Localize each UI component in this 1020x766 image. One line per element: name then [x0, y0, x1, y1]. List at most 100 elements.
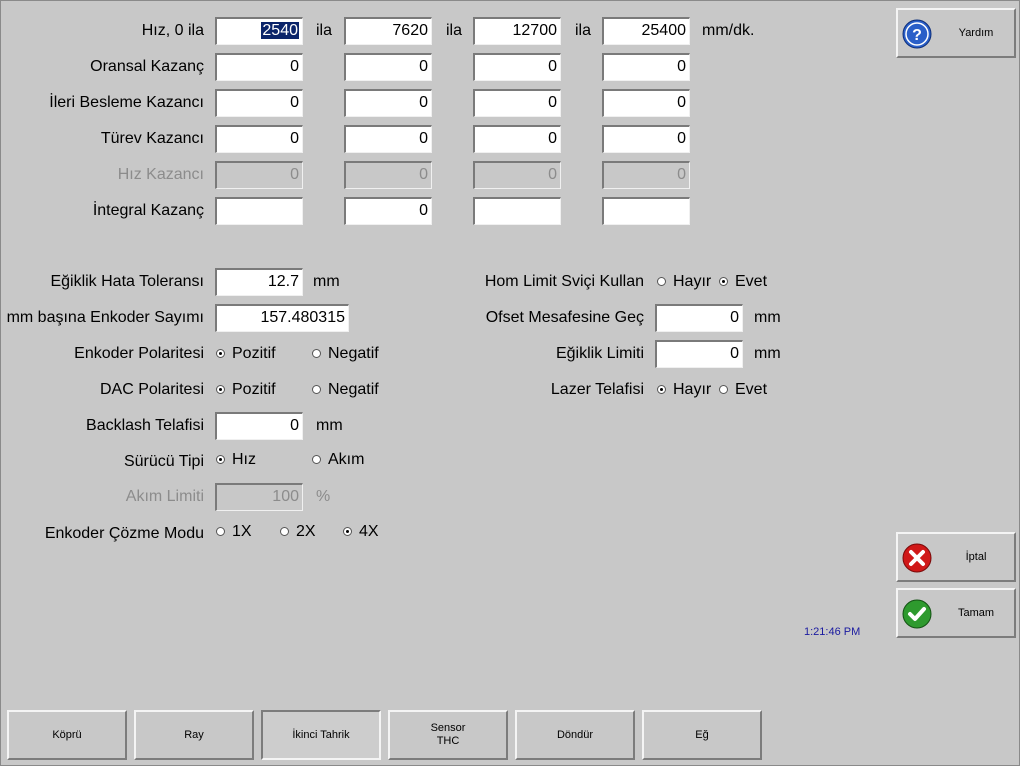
- offset-distance-field[interactable]: 0: [655, 304, 743, 332]
- deriv-gain-field-3[interactable]: 0: [473, 125, 561, 153]
- bottom-button-dual-gantry[interactable]: İkinci Tahrik: [261, 710, 381, 760]
- help-button-label: Yardım: [958, 27, 994, 39]
- drive-type-velocity-radio[interactable]: Hız: [216, 446, 256, 474]
- speed-field-3[interactable]: 12700: [473, 17, 561, 45]
- integ-gain-field-1[interactable]: [215, 197, 303, 225]
- skew-limit-field[interactable]: 0: [655, 340, 743, 368]
- radio-label: Evet: [735, 273, 768, 290]
- speed-field-1[interactable]: 2540: [215, 17, 303, 45]
- home-limit-no-radio[interactable]: Hayır: [657, 268, 711, 296]
- skew-limit-label: Eğiklik Limiti: [555, 345, 644, 362]
- radio-label: Pozitif: [232, 345, 276, 362]
- radio-label: 1X: [232, 523, 252, 540]
- radio-dot: [657, 277, 666, 286]
- bottom-button-rail[interactable]: Ray: [134, 710, 254, 760]
- laser-comp-no-radio[interactable]: Hayır: [657, 376, 711, 404]
- radio-label: Hayır: [673, 381, 712, 398]
- ff-gain-field-4[interactable]: 0: [602, 89, 690, 117]
- encoder-polarity-negative-radio[interactable]: Negatif: [312, 340, 379, 368]
- home-limit-yes-radio[interactable]: Evet: [719, 268, 767, 296]
- deriv-gain-field-1[interactable]: 0: [215, 125, 303, 153]
- speed-field-4[interactable]: 25400: [602, 17, 690, 45]
- current-limit-field: 100: [215, 483, 303, 511]
- speed-label: Hız, 0 ila: [141, 22, 204, 39]
- skew-tolerance-field[interactable]: 12.7: [215, 268, 303, 296]
- check-icon: [902, 599, 932, 629]
- radio-dot: [216, 527, 225, 536]
- integ-gain-label: İntegral Kazanç: [92, 202, 204, 219]
- radio-dot-checked: [657, 385, 666, 394]
- dac-polarity-positive-radio[interactable]: Pozitif: [216, 376, 276, 404]
- encoder-polarity-positive-radio[interactable]: Pozitif: [216, 340, 276, 368]
- prop-gain-field-4[interactable]: 0: [602, 53, 690, 81]
- speed-field-2[interactable]: 7620: [344, 17, 432, 45]
- integ-gain-field-3[interactable]: [473, 197, 561, 225]
- ff-gain-field-3[interactable]: 0: [473, 89, 561, 117]
- ok-button[interactable]: Tamam: [896, 588, 1016, 638]
- prop-gain-field-1[interactable]: 0: [215, 53, 303, 81]
- vel-gain-field-3: 0: [473, 161, 561, 189]
- speed-unit: mm/dk.: [702, 22, 755, 39]
- backlash-field[interactable]: 0: [215, 412, 303, 440]
- deriv-gain-field-4[interactable]: 0: [602, 125, 690, 153]
- skew-limit-unit: mm: [754, 345, 781, 362]
- deriv-gain-label: Türev Kazancı: [100, 130, 204, 147]
- sensor-thc-line2: THC: [436, 735, 460, 747]
- encoder-counts-field[interactable]: 157.480315: [215, 304, 349, 332]
- integ-gain-field-2[interactable]: 0: [344, 197, 432, 225]
- x-icon: [902, 543, 932, 573]
- skew-tolerance-unit: mm: [313, 273, 340, 290]
- offset-distance-unit: mm: [754, 309, 781, 326]
- prop-gain-field-3[interactable]: 0: [473, 53, 561, 81]
- radio-label: Evet: [735, 381, 768, 398]
- radio-label: 2X: [296, 523, 316, 540]
- ila-label-2: ila: [446, 22, 463, 39]
- cancel-button[interactable]: İptal: [896, 532, 1016, 582]
- ff-gain-field-2[interactable]: 0: [344, 89, 432, 117]
- vel-gain-field-1: 0: [215, 161, 303, 189]
- current-limit-label: Akım Limiti: [125, 488, 204, 505]
- current-limit-unit: %: [316, 488, 331, 505]
- radio-dot-checked: [216, 349, 225, 358]
- radio-dot-checked: [719, 277, 728, 286]
- ila-label-3: ila: [575, 22, 592, 39]
- laser-comp-yes-radio[interactable]: Evet: [719, 376, 767, 404]
- bottom-button-tilt[interactable]: Eğ: [642, 710, 762, 760]
- drive-type-current-radio[interactable]: Akım: [312, 446, 364, 474]
- encoder-resolution-label: Enkoder Çözme Modu: [44, 525, 204, 542]
- prop-gain-label: Oransal Kazanç: [90, 58, 204, 75]
- radio-label: Hayır: [673, 273, 712, 290]
- help-button[interactable]: ? Yardım: [896, 8, 1016, 58]
- integ-gain-field-4[interactable]: [602, 197, 690, 225]
- resolution-2x-radio[interactable]: 2X: [280, 518, 316, 546]
- bottom-button-rotate[interactable]: Döndür: [515, 710, 635, 760]
- radio-dot-checked: [216, 385, 225, 394]
- radio-dot-checked: [343, 527, 352, 536]
- deriv-gain-field-2[interactable]: 0: [344, 125, 432, 153]
- sensor-thc-line1: Sensor: [430, 722, 466, 734]
- bottom-button-bridge[interactable]: Köprü: [7, 710, 127, 760]
- home-limit-label: Hom Limit Sviçi Kullan: [484, 273, 644, 290]
- radio-dot: [312, 385, 321, 394]
- ff-gain-label: İleri Besleme Kazancı: [49, 94, 204, 111]
- ok-button-label: Tamam: [957, 607, 995, 619]
- encoder-counts-label: mm başına Enkoder Sayımı: [6, 309, 204, 326]
- radio-label: Akım: [328, 451, 365, 468]
- svg-text:?: ?: [912, 27, 922, 44]
- resolution-4x-radio[interactable]: 4X: [343, 518, 379, 546]
- dac-polarity-negative-radio[interactable]: Negatif: [312, 376, 379, 404]
- vel-gain-label: Hız Kazancı: [117, 166, 204, 183]
- ff-gain-field-1[interactable]: 0: [215, 89, 303, 117]
- bottom-button-sensor-thc[interactable]: Sensor THC: [388, 710, 508, 760]
- vel-gain-field-2: 0: [344, 161, 432, 189]
- cancel-button-label: İptal: [965, 551, 987, 563]
- resolution-1x-radio[interactable]: 1X: [216, 518, 252, 546]
- radio-label: Negatif: [328, 345, 379, 362]
- prop-gain-field-2[interactable]: 0: [344, 53, 432, 81]
- question-icon: ?: [902, 19, 932, 49]
- backlash-unit: mm: [316, 417, 343, 434]
- dac-polarity-label: DAC Polaritesi: [99, 381, 204, 398]
- laser-comp-label: Lazer Telafisi: [550, 381, 644, 398]
- backlash-label: Backlash Telafisi: [86, 417, 204, 434]
- offset-distance-label: Ofset Mesafesine Geç: [485, 309, 644, 326]
